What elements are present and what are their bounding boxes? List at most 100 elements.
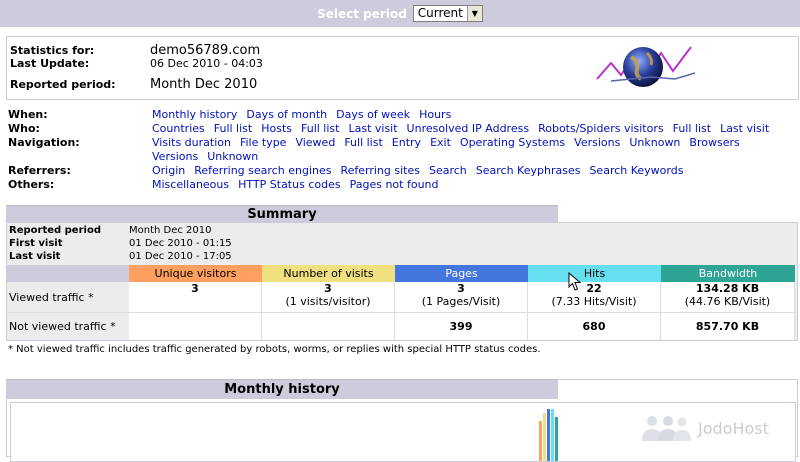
nav-link-hosts[interactable]: Hosts	[261, 122, 292, 135]
bar-bandwidth	[555, 417, 558, 461]
bar-hits	[551, 409, 554, 461]
navigation-menu: When: Monthly history Days of month Days o…	[8, 108, 798, 192]
nav-link-http-status-codes[interactable]: HTTP Status codes	[238, 178, 340, 191]
nav-link-search[interactable]: Search	[429, 164, 467, 177]
not-viewed-hits: 680	[528, 313, 661, 340]
nav-link-search-keywords[interactable]: Search Keywords	[589, 164, 683, 177]
stats-for-label: Statistics for:	[10, 44, 95, 57]
stats-for-value: demo56789.com	[150, 43, 261, 58]
header-number-of-visits: Number of visits	[262, 265, 395, 282]
nav-row-others: Others: Miscellaneous HTTP Status codes Pa…	[8, 178, 798, 192]
watermark-text: JodoHost	[698, 418, 769, 438]
summary-first-visit-label: First visit	[9, 238, 63, 249]
nav-link-miscellaneous[interactable]: Miscellaneous	[152, 178, 229, 191]
nav-link-entry[interactable]: Entry	[392, 136, 421, 149]
nav-referrers-label: Referrers:	[8, 164, 71, 177]
header-spacer	[7, 265, 129, 282]
viewed-bandwidth: 134.28 KB (44.76 KB/Visit)	[661, 282, 795, 312]
period-bar: Select period Current ▼	[0, 0, 800, 27]
monthly-history-title: Monthly history	[6, 379, 558, 399]
nav-row-referrers: Referrers: Origin Referring search engine…	[8, 164, 798, 178]
nav-link-viewed[interactable]: Viewed	[295, 136, 335, 149]
nav-navigation-label: Navigation:	[8, 136, 80, 149]
mouse-pointer-icon	[568, 272, 582, 291]
reported-period-row: Reported period: Month Dec 2010	[10, 77, 257, 92]
nav-link-file-type[interactable]: File type	[240, 136, 286, 149]
nav-link-search-keyphrases[interactable]: Search Keyphrases	[476, 164, 581, 177]
not-viewed-traffic-label: Not viewed traffic *	[7, 313, 129, 340]
nav-link-referring-sites[interactable]: Referring sites	[340, 164, 420, 177]
nav-when-label: When:	[8, 108, 48, 121]
header-bandwidth: Bandwidth	[661, 265, 795, 282]
nav-link-browser-versions[interactable]: Versions	[152, 150, 198, 163]
nav-others-label: Others:	[8, 178, 55, 191]
bar-pages	[547, 409, 550, 461]
period-select[interactable]: Current ▼	[412, 5, 483, 22]
viewed-traffic-row: Viewed traffic * 3 3 (1 visits/visitor) 3…	[7, 282, 797, 312]
reported-period-value: Month Dec 2010	[150, 77, 258, 92]
nav-link-exit[interactable]: Exit	[430, 136, 451, 149]
nav-link-os-versions[interactable]: Versions	[574, 136, 620, 149]
summary-period-info: Reported period Month Dec 2010 First visi…	[7, 223, 797, 265]
summary-reported-label: Reported period	[9, 225, 101, 236]
viewed-visits: 3 (1 visits/visitor)	[262, 282, 395, 312]
nav-link-browser-unknown[interactable]: Unknown	[207, 150, 258, 163]
nav-link-unresolved-ip[interactable]: Unresolved IP Address	[407, 122, 530, 135]
nav-row-navigation: Navigation: Visits duration File type View…	[8, 136, 798, 164]
summary-header-row: Unique visitors Number of visits Pages H…	[7, 265, 797, 282]
nav-link-visits-duration[interactable]: Visits duration	[152, 136, 231, 149]
nav-link-hosts-last-visit[interactable]: Last visit	[348, 122, 397, 135]
summary-first-visit-value: 01 Dec 2010 - 01:15	[129, 238, 232, 249]
nav-who-label: Who:	[8, 122, 40, 135]
nav-link-hours[interactable]: Hours	[419, 108, 451, 121]
last-update-row: Last Update: 06 Dec 2010 - 04:03	[10, 57, 263, 70]
bar-visits	[543, 413, 546, 461]
summary-reported-value: Month Dec 2010	[129, 225, 212, 236]
viewed-traffic-label: Viewed traffic *	[7, 282, 129, 312]
nav-link-days-of-week[interactable]: Days of week	[336, 108, 410, 121]
summary-table: Reported period Month Dec 2010 First visi…	[6, 222, 798, 341]
nav-link-browsers[interactable]: Browsers	[689, 136, 739, 149]
period-select-value: Current	[417, 6, 463, 20]
traffic-footnote: * Not viewed traffic includes traffic ge…	[8, 344, 541, 355]
last-update-value: 06 Dec 2010 - 04:03	[150, 57, 263, 70]
nav-link-referring-search-engines[interactable]: Referring search engines	[194, 164, 331, 177]
nav-link-robots-last-visit[interactable]: Last visit	[720, 122, 769, 135]
nav-row-when: When: Monthly history Days of month Days o…	[8, 108, 798, 122]
nav-link-robots-visitors[interactable]: Robots/Spiders visitors	[538, 122, 664, 135]
people-icon	[642, 416, 691, 441]
viewed-unique-visitors: 3	[129, 282, 262, 312]
nav-link-robots-full-list[interactable]: Full list	[673, 122, 711, 135]
viewed-pages: 3 (1 Pages/Visit)	[395, 282, 528, 312]
site-info-box: Statistics for: demo56789.com Last Updat…	[6, 36, 799, 100]
nav-link-countries[interactable]: Countries	[152, 122, 205, 135]
nav-link-os-unknown[interactable]: Unknown	[629, 136, 680, 149]
not-viewed-visits	[262, 313, 395, 340]
viewed-hits: 22 (7.33 Hits/Visit)	[528, 282, 661, 312]
jodohost-watermark: JodoHost	[640, 413, 769, 443]
summary-title: Summary	[6, 205, 558, 223]
not-viewed-pages: 399	[395, 313, 528, 340]
nav-link-operating-systems[interactable]: Operating Systems	[460, 136, 565, 149]
awstats-globe-logo	[596, 46, 696, 87]
header-unique-visitors: Unique visitors	[129, 265, 262, 282]
bar-unique-visitors	[539, 421, 542, 461]
nav-link-viewed-full-list[interactable]: Full list	[344, 136, 382, 149]
not-viewed-bandwidth: 857.70 KB	[661, 313, 795, 340]
not-viewed-traffic-row: Not viewed traffic * 399 680 857.70 KB	[7, 312, 797, 340]
reported-period-label: Reported period:	[10, 78, 116, 91]
header-pages: Pages	[395, 265, 528, 282]
nav-link-pages-not-found[interactable]: Pages not found	[350, 178, 439, 191]
not-viewed-unique-visitors	[129, 313, 262, 340]
nav-row-who: Who: Countries Full list Hosts Full list Las…	[8, 122, 798, 136]
chevron-down-icon[interactable]: ▼	[466, 6, 482, 21]
nav-link-countries-full-list[interactable]: Full list	[214, 122, 252, 135]
header-hits: Hits	[528, 265, 661, 282]
nav-link-origin[interactable]: Origin	[152, 164, 185, 177]
select-period-label: Select period	[317, 6, 407, 21]
stats-for-row: Statistics for: demo56789.com	[10, 43, 260, 58]
nav-link-hosts-full-list[interactable]: Full list	[301, 122, 339, 135]
nav-link-monthly-history[interactable]: Monthly history	[152, 108, 237, 121]
nav-link-days-of-month[interactable]: Days of month	[246, 108, 327, 121]
summary-last-visit-label: Last visit	[9, 251, 61, 262]
